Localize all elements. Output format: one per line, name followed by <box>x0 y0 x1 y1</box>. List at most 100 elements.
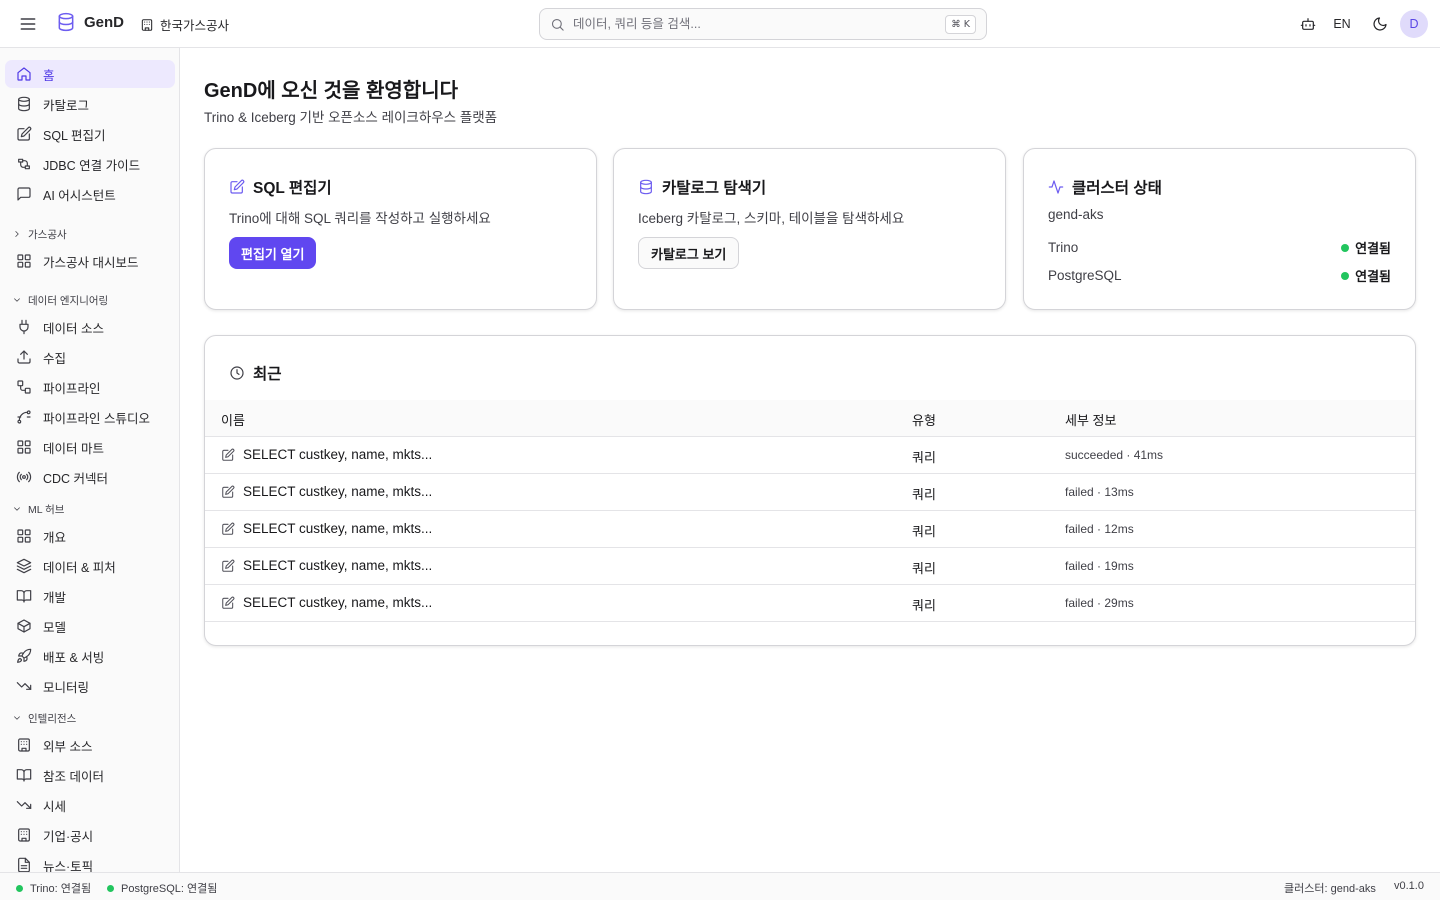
edit-icon <box>221 448 235 462</box>
page-title: GenD에 오신 것을 환영합니다 <box>204 80 459 102</box>
section-label: 인텔리전스 <box>28 712 77 725</box>
sidebar-item-monitoring[interactable]: 모니터링 <box>5 672 175 700</box>
trending-down-icon <box>16 682 32 690</box>
search-input[interactable] <box>573 17 946 31</box>
sidebar-item-cdc[interactable]: CDC 커넥터 <box>5 463 175 491</box>
sidebar-item-jdbc[interactable]: JDBC 연결 가이드 <box>5 150 175 178</box>
sidebar-section-gas[interactable]: 가스공사 <box>12 226 67 242</box>
spline-icon <box>17 410 31 424</box>
table-row[interactable]: SELECT custkey, name, mkts... 쿼리 succeeded… <box>205 437 1415 474</box>
language-toggle[interactable]: EN <box>1326 17 1358 31</box>
row-name: SELECT custkey, name, mkts... <box>243 521 433 536</box>
user-avatar[interactable]: D <box>1400 10 1428 38</box>
ai-assistant-button[interactable] <box>1294 10 1322 38</box>
row-detail: failed · 29ms <box>1065 596 1134 610</box>
open-editor-button[interactable]: 편집기 열기 <box>229 237 317 269</box>
sidebar-item-label: 데이터 소스 <box>43 321 104 336</box>
footer-trino-status: Trino: 연결됨 <box>16 880 91 896</box>
status-bar: Trino: 연결됨 PostgreSQL: 연결됨 클러스터: gend-ak… <box>0 872 1440 900</box>
sidebar-section-data-engineering[interactable]: 데이터 엔지니어링 <box>12 292 108 308</box>
sidebar-item-ingest[interactable]: 수집 <box>5 343 175 371</box>
row-name: SELECT custkey, name, mkts... <box>243 595 433 610</box>
view-catalog-button[interactable]: 카탈로그 보기 <box>638 237 740 269</box>
table-row[interactable]: SELECT custkey, name, mkts... 쿼리 failed · … <box>205 474 1415 511</box>
card-title: 카탈로그 탐색기 <box>638 176 766 198</box>
sidebar-item-label: 개요 <box>43 530 67 545</box>
sidebar-item-sql-editor[interactable]: SQL 편집기 <box>5 120 175 148</box>
sidebar-item-external[interactable]: 외부 소스 <box>5 731 175 759</box>
sidebar-item-news[interactable]: 뉴스·토픽 <box>5 851 175 872</box>
row-detail: failed · 12ms <box>1065 522 1134 536</box>
sidebar-item-dev[interactable]: 개발 <box>5 582 175 610</box>
workflow-icon <box>17 380 31 394</box>
table-row[interactable]: SELECT custkey, name, mkts... 쿼리 failed · … <box>205 511 1415 548</box>
sidebar-item-label: 기업·공시 <box>43 829 94 844</box>
footer-postgres-text: PostgreSQL: 연결됨 <box>121 883 218 895</box>
sidebar-item-label: JDBC 연결 가이드 <box>43 158 141 173</box>
status-dot <box>1341 243 1350 252</box>
sidebar-item-pipeline-studio[interactable]: 파이프라인 스튜디오 <box>5 403 175 431</box>
sidebar-section-intelligence[interactable]: 인텔리전스 <box>12 710 76 726</box>
status-row-postgresql: PostgreSQL 연결됨 <box>1048 266 1391 285</box>
global-search[interactable]: ⌘ K <box>539 8 987 40</box>
book-open-icon <box>16 769 32 782</box>
sidebar-item-pipeline[interactable]: 파이프라인 <box>5 373 175 401</box>
sidebar-item-data-mart[interactable]: 데이터 마트 <box>5 433 175 461</box>
sidebar-item-deploy[interactable]: 배포 & 서빙 <box>5 642 175 670</box>
sidebar-item-overview[interactable]: 개요 <box>5 522 175 550</box>
building-icon <box>18 828 30 842</box>
theme-toggle-button[interactable] <box>1366 10 1394 38</box>
row-type: 쿼리 <box>912 487 936 502</box>
sidebar-item-label: 카탈로그 <box>43 98 90 113</box>
status-text: 연결됨 <box>1355 269 1391 284</box>
search-icon <box>550 17 565 32</box>
box-icon <box>17 619 31 633</box>
sidebar-item-data-source[interactable]: 데이터 소스 <box>5 313 175 341</box>
building-icon <box>18 738 30 752</box>
sidebar-item-label: 파이프라인 스튜디오 <box>43 411 150 426</box>
status-dot <box>16 884 23 892</box>
database-icon <box>18 96 30 112</box>
sidebar-item-label: 참조 데이터 <box>43 769 104 784</box>
grid-icon <box>17 529 31 543</box>
status-dot <box>1341 271 1350 280</box>
org-name: 한국가스공사 <box>160 19 230 33</box>
sidebar-item-price[interactable]: 시세 <box>5 791 175 819</box>
sidebar: 홈 카탈로그 SQL 편집기 JDBC 연결 가이드 AI 어시스턴트 가스공사… <box>0 48 180 872</box>
sidebar-item-label: SQL 편집기 <box>43 128 106 143</box>
edit-icon <box>229 179 245 195</box>
catalog-explorer-card: 카탈로그 탐색기 Iceberg 카탈로그, 스키마, 테이블을 탐색하세요 카… <box>613 148 1006 310</box>
sidebar-item-data-feature[interactable]: 데이터 & 피처 <box>5 552 175 580</box>
sidebar-item-model[interactable]: 모델 <box>5 612 175 640</box>
grid-icon <box>17 254 31 268</box>
row-type: 쿼리 <box>912 561 936 576</box>
sidebar-item-reference[interactable]: 참조 데이터 <box>5 761 175 789</box>
row-type: 쿼리 <box>912 450 936 465</box>
section-label: ML 허브 <box>28 503 65 516</box>
card-description: Trino에 대해 SQL 쿼리를 작성하고 실행하세요 <box>229 211 491 226</box>
table-row[interactable]: SELECT custkey, name, mkts... 쿼리 failed · … <box>205 585 1415 622</box>
sidebar-item-label: 모델 <box>43 620 67 635</box>
table-row[interactable]: SELECT custkey, name, mkts... 쿼리 failed · … <box>205 548 1415 585</box>
sidebar-item-label: 파이프라인 <box>43 381 101 396</box>
menu-icon[interactable] <box>18 14 38 34</box>
brand[interactable]: GenD <box>56 12 124 32</box>
sidebar-item-label: 외부 소스 <box>43 739 93 754</box>
sidebar-item-home[interactable]: 홈 <box>5 60 175 88</box>
recent-title: 최근 <box>229 362 282 384</box>
sidebar-item-company[interactable]: 기업·공시 <box>5 821 175 849</box>
edit-icon <box>17 126 32 141</box>
column-header-type[interactable]: 유형 <box>912 410 936 429</box>
cluster-name: gend-aks <box>1048 207 1104 222</box>
sidebar-section-ml-hub[interactable]: ML 허브 <box>12 501 64 517</box>
column-header-detail[interactable]: 세부 정보 <box>1065 410 1116 429</box>
sidebar-item-label: 홈 <box>43 68 55 83</box>
column-header-name[interactable]: 이름 <box>221 410 245 429</box>
shortcut-badge: ⌘ K <box>945 14 976 34</box>
sidebar-item-label: 모니터링 <box>43 680 90 695</box>
row-name: SELECT custkey, name, mkts... <box>243 447 433 462</box>
sidebar-item-gas-dashboard[interactable]: 가스공사 대시보드 <box>5 247 175 275</box>
sidebar-item-catalog[interactable]: 카탈로그 <box>5 90 175 118</box>
org-selector[interactable]: 한국가스공사 <box>140 15 229 34</box>
sidebar-item-ai-assistant[interactable]: AI 어시스턴트 <box>5 180 175 208</box>
